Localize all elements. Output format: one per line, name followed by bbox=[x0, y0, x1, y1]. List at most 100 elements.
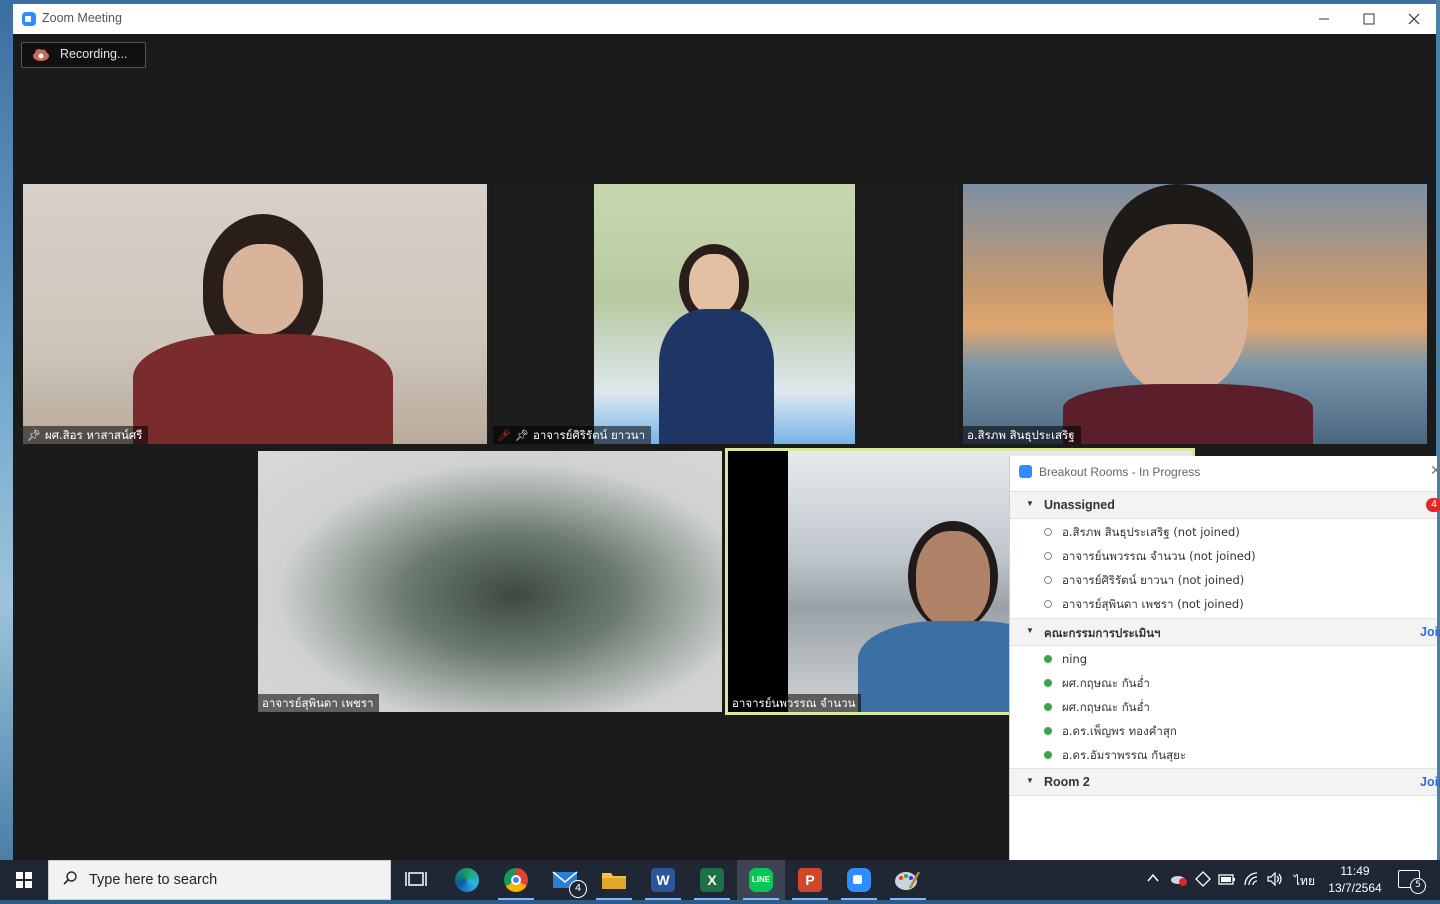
line-taskbar-button[interactable]: LINE bbox=[737, 860, 785, 900]
folder-icon bbox=[602, 873, 626, 889]
close-button[interactable] bbox=[1391, 4, 1436, 34]
onedrive-tray-button[interactable] bbox=[1170, 871, 1188, 891]
clock-date: 13/7/2564 bbox=[1328, 881, 1382, 895]
paint-icon bbox=[895, 871, 921, 890]
start-button[interactable] bbox=[0, 860, 48, 900]
desktop-wallpaper-left bbox=[0, 0, 13, 860]
chrome-center bbox=[511, 875, 521, 885]
list-item[interactable]: อาจารย์สุพินดา เพชรา (not joined) bbox=[1044, 592, 1434, 616]
muted-mic-icon: 🎤︎ bbox=[497, 429, 511, 442]
list-item[interactable]: อาจารย์นพวรรณ จำนวน (not joined) bbox=[1044, 544, 1434, 568]
participant-name: ผศ.สิอร หาสาสน์ศรี bbox=[44, 428, 143, 442]
list-item[interactable]: อ.สิรภพ สินธุประเสริฐ (not joined) bbox=[1044, 520, 1434, 544]
input-language-button[interactable]: ไทย bbox=[1294, 872, 1315, 891]
room-header-room-2[interactable]: ▼ Room 2 Join bbox=[1010, 768, 1440, 796]
video-tile-2[interactable]: 🎤︎ 📌︎ อาจารย์ศิริรัตน์ ยาวนา bbox=[493, 184, 957, 444]
minimize-icon bbox=[1318, 18, 1329, 20]
status-dot-icon bbox=[1044, 727, 1052, 735]
windows-logo-icon bbox=[16, 872, 32, 888]
wifi-icon bbox=[1244, 872, 1258, 886]
status-dot-icon bbox=[1044, 552, 1052, 560]
recording-indicator[interactable]: Recording... bbox=[21, 42, 146, 68]
list-item[interactable]: ning bbox=[1044, 647, 1434, 671]
diamond-icon bbox=[1195, 871, 1211, 887]
room-header-unassigned[interactable]: ▼ Unassigned 4 bbox=[1010, 491, 1440, 519]
room-name: คณะกรรมการประเมินฯ bbox=[1044, 626, 1161, 640]
participant-face bbox=[916, 531, 990, 627]
action-center-button[interactable]: 5 bbox=[1398, 870, 1426, 894]
breakout-panel-header[interactable]: Breakout Rooms - In Progress ✕ bbox=[1010, 456, 1440, 488]
task-view-button[interactable] bbox=[392, 860, 440, 900]
video-tile-1[interactable]: 📌︎ ผศ.สิอร หาสาสน์ศรี bbox=[23, 184, 487, 444]
caret-down-icon[interactable]: ▼ bbox=[1026, 776, 1034, 785]
participant-video bbox=[594, 184, 855, 444]
participant-face bbox=[1113, 224, 1248, 394]
pin-icon: 📌︎ bbox=[27, 429, 41, 442]
member-name: อ.สิรภพ สินธุประเสริฐ (not joined) bbox=[1062, 525, 1240, 539]
maximize-button[interactable] bbox=[1346, 4, 1391, 34]
list-item[interactable]: อ.ดร.อัมราพรรณ กันสุยะ bbox=[1044, 743, 1434, 767]
list-item[interactable]: อ.ดร.เพ็ญพร ทองคำสุก bbox=[1044, 719, 1434, 743]
status-dot-icon bbox=[1044, 703, 1052, 711]
word-taskbar-button[interactable]: W bbox=[639, 860, 687, 900]
excel-taskbar-button[interactable]: X bbox=[688, 860, 736, 900]
title-bar[interactable]: Zoom Meeting bbox=[13, 4, 1436, 34]
windows-taskbar: Type here to search 4 W X LINE P ไทย 11:… bbox=[0, 860, 1440, 900]
member-name: อาจารย์ศิริรัตน์ ยาวนา (not joined) bbox=[1062, 573, 1245, 587]
minimize-button[interactable] bbox=[1301, 4, 1346, 34]
close-icon[interactable]: ✕ bbox=[1430, 462, 1440, 479]
room-header-committee[interactable]: ▼ คณะกรรมการประเมินฯ Join bbox=[1010, 618, 1440, 646]
battery-tray-button[interactable] bbox=[1218, 871, 1236, 891]
participant-nametag: อาจารย์สุพินดา เพชรา bbox=[258, 694, 380, 712]
zoom-app-icon bbox=[1019, 465, 1032, 478]
member-name: อาจารย์นพวรรณ จำนวน (not joined) bbox=[1062, 549, 1256, 563]
clock-time: 11:49 bbox=[1340, 864, 1370, 878]
join-room-button[interactable]: Join bbox=[1420, 775, 1440, 789]
participant-nametag: 📌︎ ผศ.สิอร หาสาสน์ศรี bbox=[23, 426, 149, 444]
taskbar-search-box[interactable]: Type here to search bbox=[48, 860, 391, 900]
list-item[interactable]: ผศ.กฤษณะ กันอ่ำ bbox=[1044, 695, 1434, 719]
notification-count-badge: 5 bbox=[1410, 878, 1426, 894]
wifi-tray-button[interactable] bbox=[1243, 871, 1261, 891]
status-dot-icon bbox=[1044, 751, 1052, 759]
edge-taskbar-button[interactable] bbox=[443, 860, 491, 900]
caret-down-icon[interactable]: ▼ bbox=[1026, 499, 1034, 508]
caret-down-icon[interactable]: ▼ bbox=[1026, 626, 1034, 635]
breakout-rooms-panel: Breakout Rooms - In Progress ✕ ▼ Unassig… bbox=[1009, 456, 1440, 860]
member-name: อ.ดร.เพ็ญพร ทองคำสุก bbox=[1062, 724, 1177, 738]
list-item[interactable]: อาจารย์ศิริรัตน์ ยาวนา (not joined) bbox=[1044, 568, 1434, 592]
search-icon bbox=[63, 871, 77, 885]
show-hidden-icons-button[interactable] bbox=[1146, 871, 1160, 889]
excel-icon: X bbox=[700, 868, 724, 892]
battery-icon bbox=[1218, 874, 1235, 885]
zoom-meeting-window: Zoom Meeting Recording... 📌︎ ผศ.สิอร หาสา… bbox=[13, 4, 1440, 860]
paint-taskbar-button[interactable] bbox=[884, 860, 932, 900]
powerpoint-taskbar-button[interactable]: P bbox=[786, 860, 834, 900]
participant-body bbox=[659, 309, 774, 444]
status-dot-icon bbox=[1044, 600, 1052, 608]
file-explorer-taskbar-button[interactable] bbox=[590, 860, 638, 900]
chevron-up-icon bbox=[1147, 873, 1159, 882]
mail-badge: 4 bbox=[569, 880, 587, 898]
unassigned-count-badge: 4 bbox=[1426, 498, 1440, 512]
member-name: ผศ.กฤษณะ กันอ่ำ bbox=[1062, 700, 1150, 714]
participant-body bbox=[133, 334, 393, 444]
breakout-panel-title: Breakout Rooms - In Progress bbox=[1039, 465, 1201, 479]
video-tile-4[interactable]: อาจารย์สุพินดา เพชรา bbox=[258, 451, 722, 712]
join-room-button[interactable]: Join bbox=[1420, 625, 1440, 639]
participant-name: อาจารย์นพวรรณ จำนวน bbox=[732, 696, 856, 710]
recording-label: Recording... bbox=[60, 47, 128, 61]
edge-icon bbox=[455, 868, 479, 892]
video-tile-3[interactable]: อ.สิรภพ สินธุประเสริฐ bbox=[963, 184, 1427, 444]
chrome-taskbar-button[interactable] bbox=[492, 860, 540, 900]
volume-tray-button[interactable] bbox=[1266, 871, 1284, 891]
network-tray-button[interactable] bbox=[1195, 871, 1211, 891]
list-item[interactable]: ผศ.กฤษณะ กันอ่ำ bbox=[1044, 671, 1434, 695]
zoom-taskbar-button[interactable] bbox=[835, 860, 883, 900]
member-name: อาจารย์สุพินดา เพชรา (not joined) bbox=[1062, 597, 1244, 611]
window-title: Zoom Meeting bbox=[42, 11, 122, 25]
mail-taskbar-button[interactable]: 4 bbox=[542, 860, 590, 900]
participant-name: อาจารย์ศิริรัตน์ ยาวนา bbox=[532, 428, 646, 442]
taskbar-clock[interactable]: 11:49 13/7/2564 bbox=[1320, 863, 1390, 897]
member-name: อ.ดร.อัมราพรรณ กันสุยะ bbox=[1062, 748, 1187, 762]
